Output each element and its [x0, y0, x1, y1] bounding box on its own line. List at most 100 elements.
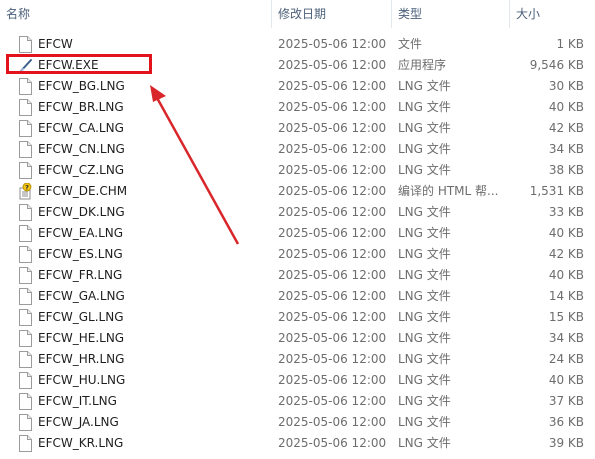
- file-type: 文件: [398, 37, 423, 51]
- blank-file-icon: [18, 288, 33, 305]
- file-size: 42 KB: [548, 121, 584, 135]
- file-size: 40 KB: [548, 100, 584, 114]
- file-type: LNG 文件: [398, 331, 451, 345]
- file-name: EFCW_CA.LNG: [38, 121, 124, 135]
- file-type: LNG 文件: [398, 205, 451, 219]
- blank-file-icon: [18, 330, 33, 347]
- file-row[interactable]: EFCW_HE.LNG 2025-05-06 12:00 LNG 文件 34 KB: [0, 328, 595, 349]
- file-row[interactable]: EFCW_KR.LNG 2025-05-06 12:00 LNG 文件 39 KB: [0, 433, 595, 454]
- file-modified-date: 2025-05-06 12:00: [278, 310, 387, 324]
- file-name: EFCW_CZ.LNG: [38, 163, 125, 177]
- file-size: 40 KB: [548, 268, 584, 282]
- file-modified-date: 2025-05-06 12:00: [278, 37, 387, 51]
- file-row[interactable]: EFCW_BG.LNG 2025-05-06 12:00 LNG 文件 30 KB: [0, 76, 595, 97]
- file-name: EFCW_JA.LNG: [38, 415, 119, 429]
- column-header-name[interactable]: ˄ 名称: [0, 0, 272, 28]
- file-type: LNG 文件: [398, 247, 451, 261]
- file-row[interactable]: EFCW_EA.LNG 2025-05-06 12:00 LNG 文件 40 KB: [0, 223, 595, 244]
- file-type: LNG 文件: [398, 79, 451, 93]
- file-name: EFCW_DK.LNG: [38, 205, 125, 219]
- file-row[interactable]: EFCW_JA.LNG 2025-05-06 12:00 LNG 文件 36 KB: [0, 412, 595, 433]
- blank-file-icon: [18, 78, 33, 95]
- file-row[interactable]: EFCW_GA.LNG 2025-05-06 12:00 LNG 文件 14 KB: [0, 286, 595, 307]
- file-modified-date: 2025-05-06 12:00: [278, 331, 387, 345]
- file-modified-date: 2025-05-06 12:00: [278, 58, 387, 72]
- file-modified-date: 2025-05-06 12:00: [278, 394, 387, 408]
- blank-file-icon: [18, 141, 33, 158]
- blank-file-icon: [18, 225, 33, 242]
- file-type: LNG 文件: [398, 121, 451, 135]
- file-name: EFCW_BR.LNG: [38, 100, 124, 114]
- file-modified-date: 2025-05-06 12:00: [278, 289, 387, 303]
- file-modified-date: 2025-05-06 12:00: [278, 79, 387, 93]
- file-row[interactable]: EFCW_BR.LNG 2025-05-06 12:00 LNG 文件 40 KB: [0, 97, 595, 118]
- file-type: LNG 文件: [398, 415, 451, 429]
- file-modified-date: 2025-05-06 12:00: [278, 352, 387, 366]
- blank-file-icon: [18, 162, 33, 179]
- file-size: 15 KB: [548, 310, 584, 324]
- file-row[interactable]: EFCW_IT.LNG 2025-05-06 12:00 LNG 文件 37 KB: [0, 391, 595, 412]
- file-row[interactable]: EFCW_ES.LNG 2025-05-06 12:00 LNG 文件 42 KB: [0, 244, 595, 265]
- blank-file-icon: [18, 393, 33, 410]
- file-size: 42 KB: [548, 247, 584, 261]
- file-name: EFCW_GA.LNG: [38, 289, 125, 303]
- blank-file-icon: [18, 435, 33, 452]
- blank-file-icon: [18, 204, 33, 221]
- column-header-size[interactable]: 大小: [510, 0, 595, 28]
- file-name: EFCW_DE.CHM: [38, 184, 128, 198]
- file-name: EFCW_ES.LNG: [38, 247, 123, 261]
- file-name: EFCW_FR.LNG: [38, 268, 123, 282]
- column-header-type[interactable]: 类型: [392, 0, 510, 28]
- file-row[interactable]: EFCW_GL.LNG 2025-05-06 12:00 LNG 文件 15 KB: [0, 307, 595, 328]
- file-row[interactable]: EFCW_HR.LNG 2025-05-06 12:00 LNG 文件 24 KB: [0, 349, 595, 370]
- blank-file-icon: [18, 36, 33, 53]
- file-row[interactable]: EFCW_DK.LNG 2025-05-06 12:00 LNG 文件 33 KB: [0, 202, 595, 223]
- file-row[interactable]: EFCW_CN.LNG 2025-05-06 12:00 LNG 文件 34 KB: [0, 139, 595, 160]
- file-modified-date: 2025-05-06 12:00: [278, 373, 387, 387]
- file-type: LNG 文件: [398, 289, 451, 303]
- column-header-name-label: 名称: [6, 7, 31, 21]
- column-header-bar: ˄ 名称 修改日期 类型 大小: [0, 0, 595, 28]
- file-modified-date: 2025-05-06 12:00: [278, 184, 387, 198]
- sort-ascending-icon: ˄: [136, 0, 140, 6]
- file-type: LNG 文件: [398, 352, 451, 366]
- file-row[interactable]: EFCW_CZ.LNG 2025-05-06 12:00 LNG 文件 38 KB: [0, 160, 595, 181]
- file-size: 34 KB: [548, 142, 584, 156]
- file-name: EFCW_GL.LNG: [38, 310, 124, 324]
- file-modified-date: 2025-05-06 12:00: [278, 415, 387, 429]
- file-modified-date: 2025-05-06 12:00: [278, 226, 387, 240]
- file-row[interactable]: EFCW_CA.LNG 2025-05-06 12:00 LNG 文件 42 KB: [0, 118, 595, 139]
- file-type: LNG 文件: [398, 268, 451, 282]
- file-name: EFCW_IT.LNG: [38, 394, 117, 408]
- file-type: LNG 文件: [398, 226, 451, 240]
- file-type: LNG 文件: [398, 163, 451, 177]
- blank-file-icon: [18, 372, 33, 389]
- file-size: 38 KB: [548, 163, 584, 177]
- file-row[interactable]: ? EFCW_DE.CHM 2025-05-06 12:00 编译的 HTML 帮..…: [0, 181, 595, 202]
- file-name: EFCW_KR.LNG: [38, 436, 124, 450]
- file-name: EFCW_HU.LNG: [38, 373, 126, 387]
- blank-file-icon: [18, 246, 33, 263]
- svg-text:?: ?: [25, 184, 29, 192]
- blank-file-icon: [18, 267, 33, 284]
- file-size: 1,531 KB: [529, 184, 584, 198]
- file-row[interactable]: EFCW 2025-05-06 12:00 文件 1 KB: [0, 34, 595, 55]
- file-row[interactable]: EFCW_HU.LNG 2025-05-06 12:00 LNG 文件 40 KB: [0, 370, 595, 391]
- file-size: 33 KB: [548, 205, 584, 219]
- file-modified-date: 2025-05-06 12:00: [278, 163, 387, 177]
- file-type: LNG 文件: [398, 394, 451, 408]
- blank-file-icon: [18, 351, 33, 368]
- file-modified-date: 2025-05-06 12:00: [278, 436, 387, 450]
- file-size: 40 KB: [548, 226, 584, 240]
- file-name: EFCW_BG.LNG: [38, 79, 125, 93]
- file-size: 1 KB: [556, 37, 584, 51]
- file-name: EFCW_EA.LNG: [38, 226, 124, 240]
- column-header-type-label: 类型: [398, 7, 423, 21]
- file-row[interactable]: EFCW_FR.LNG 2025-05-06 12:00 LNG 文件 40 KB: [0, 265, 595, 286]
- column-header-date[interactable]: 修改日期: [272, 0, 392, 28]
- file-type: LNG 文件: [398, 373, 451, 387]
- column-header-date-label: 修改日期: [278, 7, 327, 21]
- file-type: LNG 文件: [398, 310, 451, 324]
- blank-file-icon: [18, 309, 33, 326]
- file-type: 应用程序: [398, 58, 447, 72]
